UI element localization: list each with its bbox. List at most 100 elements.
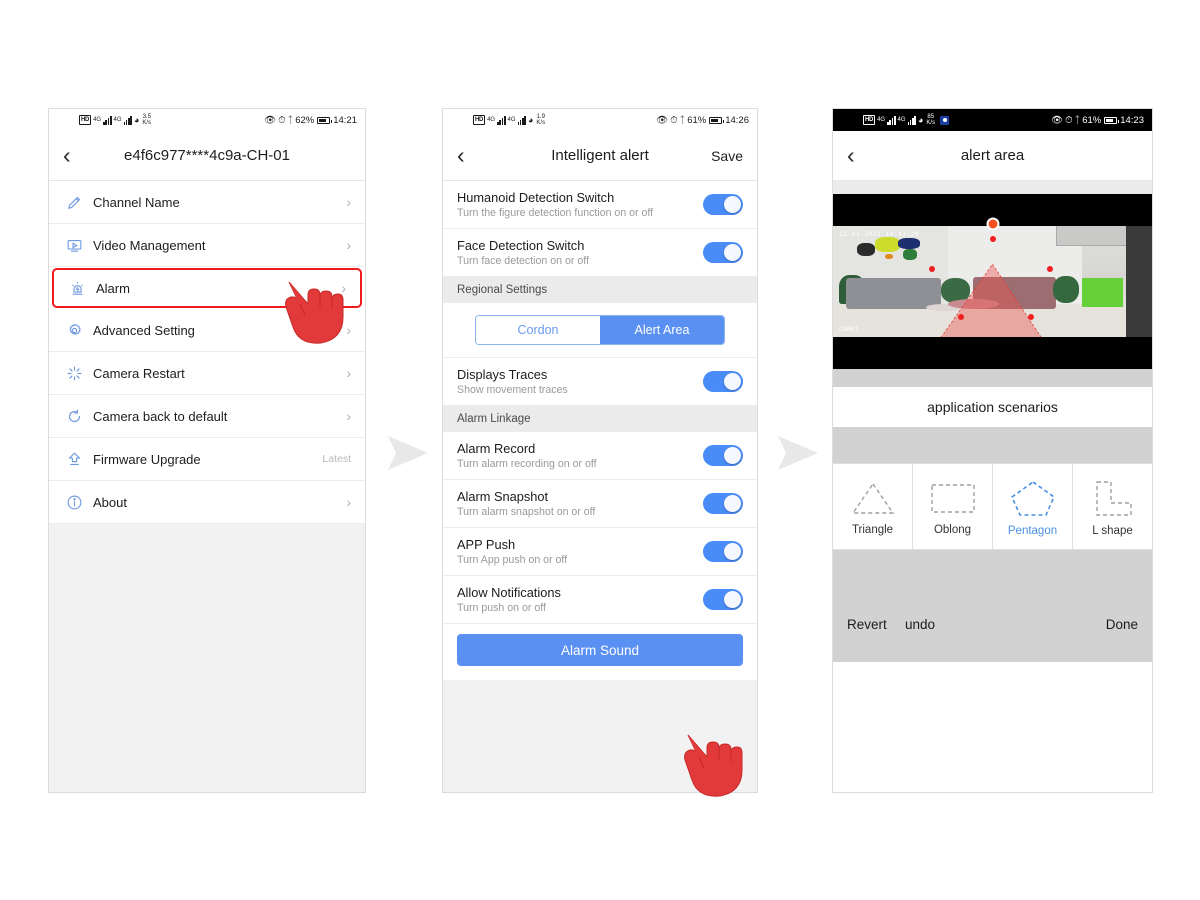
chevron-right-icon: › (346, 494, 351, 510)
allow-notifications-switch[interactable] (703, 589, 743, 610)
segment-cordon[interactable]: Cordon (476, 316, 600, 344)
settings-list: Channel Name › Video Management › Alarm … (49, 181, 365, 524)
displays-traces-switch[interactable] (703, 371, 743, 392)
signal-label-2: 4G (507, 117, 516, 123)
wifi-icon: ◕ (133, 115, 140, 125)
refresh-icon (61, 408, 87, 425)
row-label: Channel Name (93, 194, 180, 210)
face-detection-switch[interactable] (703, 242, 743, 263)
alarm-clock-icon: ⏱ (670, 114, 678, 126)
hd-icon: HD (863, 115, 876, 125)
clock-time: 14:26 (725, 114, 749, 126)
regional-mode-selector: Cordon Alert Area (443, 303, 757, 358)
polygon-vertex-top[interactable] (989, 236, 996, 243)
settings-row-advanced-setting[interactable]: Advanced Setting › (49, 309, 365, 352)
network-rate: 1.9 K/s (536, 113, 546, 127)
toggle-subtitle: Turn push on or off (457, 602, 546, 614)
signal-bars-2-icon (517, 115, 526, 125)
shape-label: Triangle (851, 523, 894, 536)
video-channel-label: CAM01 (839, 325, 859, 333)
bluetooth-icon: ᛏ (1074, 114, 1081, 126)
battery-percent: 62% (295, 114, 315, 126)
back-button[interactable]: ‹ (63, 144, 87, 167)
signal-label-2: 4G (897, 117, 906, 123)
signal-label-1: 4G (877, 117, 886, 123)
wifi-icon: ◕ (527, 115, 534, 125)
row-label: Video Management (93, 237, 206, 253)
shape-option-oblong[interactable]: Oblong (913, 464, 993, 549)
toggle-row-alarm-record[interactable]: Alarm Record Turn alarm recording on or … (443, 432, 757, 480)
shape-option-pentagon[interactable]: Pentagon (993, 464, 1073, 549)
signal-label-2: 4G (113, 117, 122, 123)
flow-arrow-2 (778, 436, 818, 470)
toggle-row-allow-notifications[interactable]: Allow Notifications Turn push on or off (443, 576, 757, 624)
shape-selector: Triangle Oblong Pentagon L shape (833, 463, 1152, 550)
blue-square-icon (940, 115, 950, 125)
polygon-vertex-left[interactable] (928, 266, 935, 273)
toggle-title: Allow Notifications (457, 585, 561, 600)
undo-button[interactable]: undo (905, 617, 935, 632)
toggle-row-humanoid-detection[interactable]: Humanoid Detection Switch Turn the figur… (443, 181, 757, 229)
chevron-right-icon: › (341, 280, 346, 296)
section-header-alarm-linkage: Alarm Linkage (443, 406, 757, 432)
toggle-title: Displays Traces (457, 367, 548, 382)
video-timestamp: 12-02-2022 14:42:20 (839, 230, 920, 238)
chevron-right-icon: › (346, 194, 351, 210)
signal-bars-1-icon (103, 115, 112, 125)
status-bar-3: HD 4G 4G ◕ 85 K/s 👁 ⏱ ᛏ 61% 14:23 (833, 109, 1152, 131)
alarm-sound-button[interactable]: Alarm Sound (457, 634, 743, 666)
toggle-subtitle: Turn alarm recording on or off (457, 458, 597, 470)
upgrade-icon (61, 451, 87, 468)
settings-row-camera-restart[interactable]: Camera Restart › (49, 352, 365, 395)
alarm-clock-icon: ⏱ (278, 114, 286, 126)
clock-time: 14:23 (1120, 114, 1144, 126)
save-button[interactable]: Save (711, 148, 743, 164)
revert-button[interactable]: Revert (847, 617, 887, 632)
shape-option-triangle[interactable]: Triangle (833, 464, 913, 549)
back-button[interactable]: ‹ (847, 144, 871, 167)
camera-frame: 12-02-2022 14:42:20 CAM01 (833, 226, 1152, 337)
hd-icon: HD (79, 115, 92, 125)
clock-time: 14:21 (333, 114, 357, 126)
toggle-row-face-detection[interactable]: Face Detection Switch Turn face detectio… (443, 229, 757, 277)
alarm-clock-icon: ⏱ (1065, 114, 1073, 126)
app-push-switch[interactable] (703, 541, 743, 562)
battery-icon (317, 116, 333, 124)
alarm-record-switch[interactable] (703, 445, 743, 466)
settings-row-alarm[interactable]: Alarm › (52, 268, 362, 308)
polygon-handle-top[interactable] (986, 217, 999, 231)
alert-area-polygon[interactable] (833, 226, 1152, 337)
tutorial-flow-stage: HD 4G 4G ◕ 3.5 K/s 👁 ⏱ ᛏ 62% 14:21 ‹ e4f… (0, 0, 1200, 900)
settings-row-firmware-upgrade[interactable]: Firmware Upgrade Latest (49, 438, 365, 481)
done-button[interactable]: Done (1106, 617, 1138, 632)
l-shape-icon (1095, 480, 1132, 516)
polygon-vertex-bottom-right[interactable] (1027, 314, 1034, 321)
spacer-band-below-label (833, 427, 1152, 463)
eye-icon: 👁 (264, 114, 277, 126)
signal-bars-2-icon (123, 115, 132, 125)
signal-label-1: 4G (93, 117, 102, 123)
segment-alert-area[interactable]: Alert Area (600, 316, 724, 344)
settings-row-camera-back-to-default[interactable]: Camera back to default › (49, 395, 365, 438)
settings-row-video-management[interactable]: Video Management › (49, 224, 365, 267)
row-label: Firmware Upgrade (93, 451, 201, 467)
back-button[interactable]: ‹ (457, 144, 481, 167)
alarm-snapshot-switch[interactable] (703, 493, 743, 514)
polygon-vertex-bottom-left[interactable] (957, 314, 964, 321)
toggle-title: Humanoid Detection Switch (457, 190, 615, 205)
row-label: Camera back to default (93, 408, 228, 424)
oblong-icon (930, 483, 975, 513)
humanoid-detection-switch[interactable] (703, 194, 743, 215)
row-label: About (93, 494, 127, 510)
camera-preview[interactable]: 12-02-2022 14:42:20 CAM01 (833, 194, 1152, 369)
spacer-band-mid (833, 369, 1152, 387)
toggle-row-displays-traces[interactable]: Displays Traces Show movement traces (443, 358, 757, 406)
row-label: Camera Restart (93, 365, 185, 381)
settings-row-channel-name[interactable]: Channel Name › (49, 181, 365, 224)
shape-option-l-shape[interactable]: L shape (1073, 464, 1152, 549)
polygon-vertex-right[interactable] (1046, 266, 1053, 273)
shape-label: Oblong (933, 523, 972, 536)
toggle-row-app-push[interactable]: APP Push Turn App push on or off (443, 528, 757, 576)
toggle-row-alarm-snapshot[interactable]: Alarm Snapshot Turn alarm snapshot on or… (443, 480, 757, 528)
settings-row-about[interactable]: About › (49, 481, 365, 524)
